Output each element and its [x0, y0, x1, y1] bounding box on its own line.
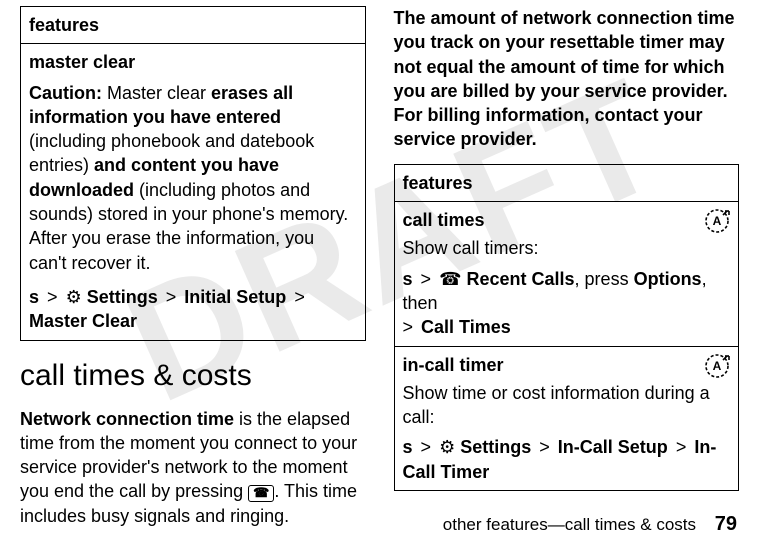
- features-header-left: features: [21, 7, 366, 44]
- master-clear-nav: s > ⚙ Settings > Initial Setup > Master …: [29, 285, 357, 334]
- nav-incall-setup: In-Call Setup: [558, 437, 668, 457]
- caution-label: Caution:: [29, 83, 102, 103]
- nav-settings: Settings: [87, 287, 158, 307]
- incall-timer-title: in-call timer: [403, 353, 731, 377]
- incall-timer-desc: Show time or cost information during a c…: [403, 381, 731, 430]
- nav-initial-setup: Initial Setup: [184, 287, 286, 307]
- svg-text:A: A: [713, 214, 722, 228]
- nav-options: Options: [634, 269, 702, 289]
- billing-warning-para: The amount of network connection time yo…: [394, 6, 740, 152]
- gt-1: >: [44, 287, 61, 307]
- mc-text-1: Master clear: [102, 83, 211, 103]
- network-time-para: Network connection time is the elapsed t…: [20, 407, 366, 528]
- call-times-title: call times: [403, 208, 731, 232]
- master-clear-cell: master clear Caution: Master clear erase…: [21, 44, 366, 340]
- optional-feature-icon: A: [704, 353, 730, 379]
- gt-2: >: [163, 287, 180, 307]
- nav-call-times: Call Times: [421, 317, 511, 337]
- call-times-desc: Show call timers:: [403, 236, 731, 260]
- incall-timer-cell: A in-call timer Show time or cost inform…: [394, 346, 739, 490]
- right-column: The amount of network connection time yo…: [394, 6, 740, 540]
- nav-recent-calls: Recent Calls: [467, 269, 575, 289]
- features-table-right: features A call times Show call timers: …: [394, 164, 740, 491]
- gt-r5: >: [673, 437, 690, 457]
- features-header-right: features: [394, 164, 739, 201]
- svg-text:A: A: [713, 359, 722, 373]
- tools-icon: ⚙: [439, 437, 455, 457]
- optional-feature-icon: A: [704, 208, 730, 234]
- left-column: features master clear Caution: Master cl…: [20, 6, 366, 540]
- center-key-icon: s: [29, 287, 39, 307]
- call-times-nav: s > ☎ Recent Calls, press Options, then …: [403, 267, 731, 340]
- center-key-icon: s: [403, 437, 413, 457]
- recent-icon: ☎: [439, 269, 461, 289]
- nav-master-clear: Master Clear: [29, 311, 137, 331]
- tools-icon: ⚙: [66, 287, 82, 307]
- center-key-icon: s: [403, 269, 413, 289]
- nav-settings-2: Settings: [460, 437, 531, 457]
- gt-r3: >: [418, 437, 435, 457]
- master-clear-body: Caution: Master clear erases all informa…: [29, 83, 348, 273]
- gt-3: >: [291, 287, 308, 307]
- master-clear-title: master clear: [29, 50, 357, 74]
- call-times-cell: A call times Show call timers: s > ☎ Rec…: [394, 202, 739, 346]
- gt-r1: >: [418, 269, 435, 289]
- nav-press: , press: [575, 269, 634, 289]
- gt-r2: >: [403, 317, 417, 337]
- section-heading: call times & costs: [20, 359, 366, 393]
- end-key-icon: ☎: [248, 485, 274, 501]
- incall-timer-nav: s > ⚙ Settings > In-Call Setup > In-Call…: [403, 435, 731, 484]
- features-table-left: features master clear Caution: Master cl…: [20, 6, 366, 341]
- gt-r4: >: [536, 437, 553, 457]
- page-content: features master clear Caution: Master cl…: [0, 0, 759, 540]
- network-time-bold: Network connection time: [20, 409, 234, 429]
